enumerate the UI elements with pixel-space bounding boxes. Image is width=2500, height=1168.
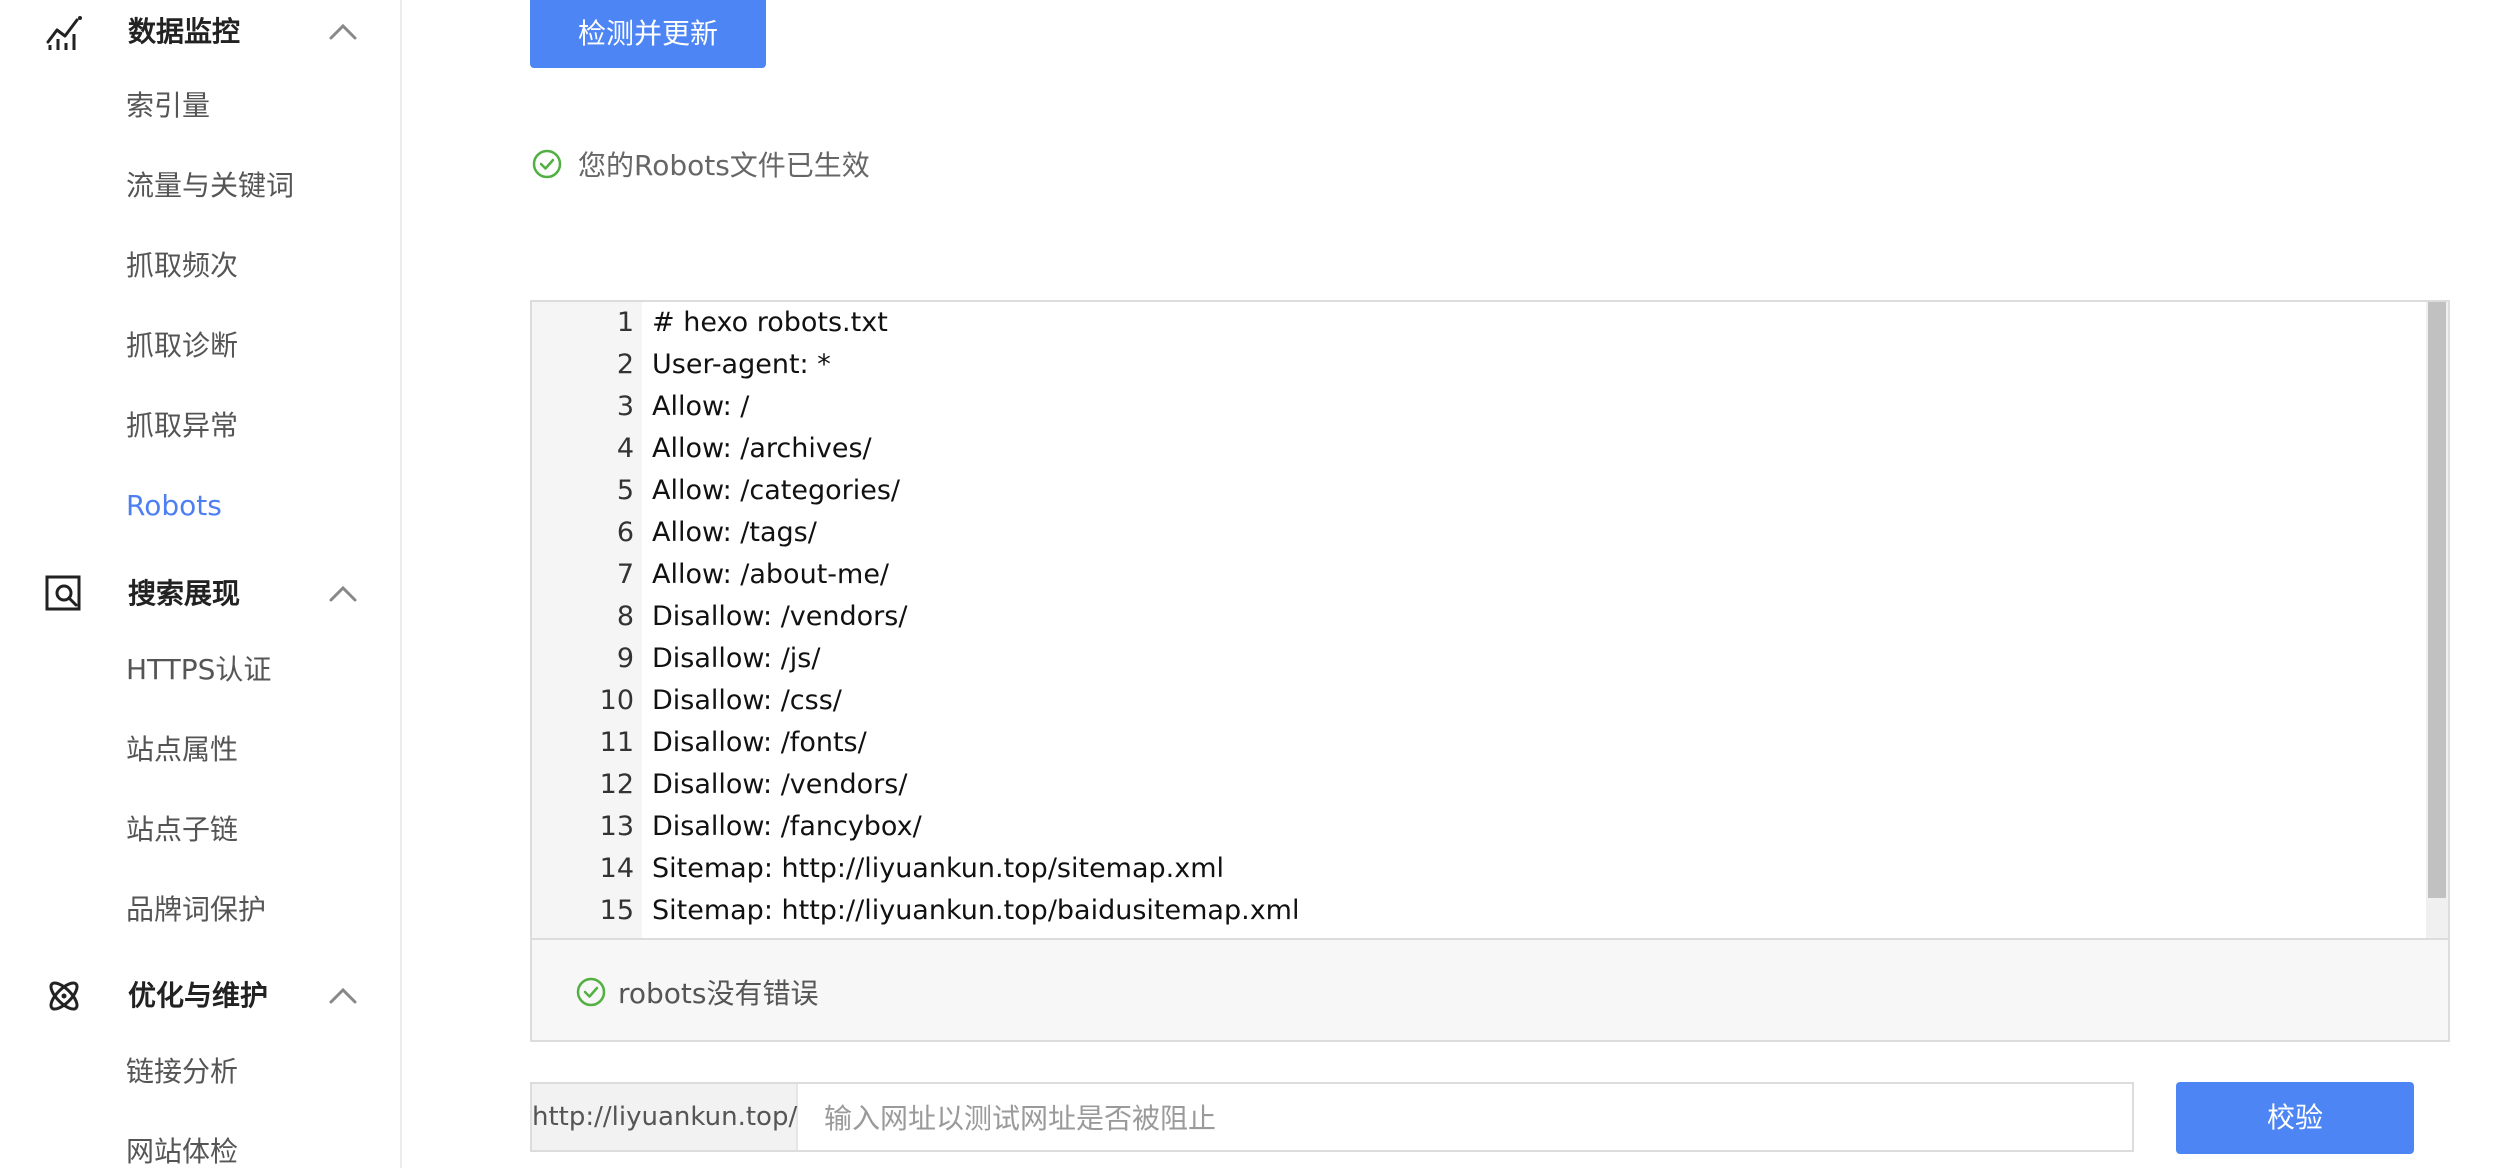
chevron-up-icon[interactable]	[328, 582, 358, 606]
sidebar-item-traffic-keywords[interactable]: 流量与关键词	[126, 168, 294, 204]
nav-group-title: 优化与维护	[128, 979, 269, 1012]
sidebar-item-link-analysis[interactable]: 链接分析	[126, 1054, 238, 1090]
robots-editor[interactable]: 1 # hexo robots.txt 2 User-agent: * 3 Allow: …	[530, 300, 2450, 940]
line-code: Disallow: /fancybox/	[652, 811, 922, 842]
editor-line[interactable]: 1 # hexo robots.txt	[532, 302, 2412, 344]
line-code: Allow: /categories/	[652, 475, 900, 506]
sidebar-item-site-checkup[interactable]: 网站体检	[126, 1134, 238, 1168]
nav-group-data-monitoring[interactable]: 数据监控	[0, 0, 400, 64]
editor-line[interactable]: 3 Allow: /	[532, 386, 2412, 428]
line-number: 14	[599, 853, 634, 884]
check-circle-icon	[576, 977, 606, 1007]
editor-line[interactable]: 12 Disallow: /vendors/	[532, 764, 2412, 806]
line-number: 6	[616, 517, 634, 548]
editor-line[interactable]: 14 Sitemap: http://liyuankun.top/sitemap.…	[532, 848, 2412, 890]
editor-line[interactable]: 2 User-agent: *	[532, 344, 2412, 386]
url-prefix: http://liyuankun.top/	[532, 1084, 798, 1150]
line-code: Sitemap: http://liyuankun.top/sitemap.xm…	[652, 853, 1225, 884]
line-number: 13	[599, 811, 634, 842]
editor-line[interactable]: 6 Allow: /tags/	[532, 512, 2412, 554]
sidebar-item-site-attributes[interactable]: 站点属性	[126, 732, 238, 768]
editor-line[interactable]: 11 Disallow: /fonts/	[532, 722, 2412, 764]
sidebar-item-index-volume[interactable]: 索引量	[126, 88, 210, 124]
nav-group-title: 数据监控	[128, 15, 241, 48]
line-code: Allow: /about-me/	[652, 559, 890, 590]
line-number: 11	[599, 727, 634, 758]
editor-scrollbar[interactable]	[2426, 302, 2448, 938]
line-number: 3	[616, 391, 634, 422]
sidebar-item-https[interactable]: HTTPS认证	[126, 652, 271, 688]
nav-group-search-display[interactable]: 搜索展现	[0, 562, 400, 626]
line-code: Disallow: /fonts/	[652, 727, 867, 758]
line-code: Disallow: /js/	[652, 643, 821, 674]
line-code: Sitemap: http://liyuankun.top/baidusitem…	[652, 895, 1300, 926]
sidebar-item-crawl-errors[interactable]: 抓取异常	[126, 408, 238, 444]
chart-line-icon	[46, 16, 82, 50]
line-code: Allow: /tags/	[652, 517, 817, 548]
line-number: 1	[616, 307, 634, 338]
editor-line[interactable]: 5 Allow: /categories/	[532, 470, 2412, 512]
line-number: 8	[616, 601, 634, 632]
sidebar-item-robots[interactable]: Robots	[126, 488, 222, 524]
line-code: # hexo robots.txt	[652, 307, 888, 338]
line-code: Disallow: /vendors/	[652, 601, 908, 632]
editor-line[interactable]: 15 Sitemap: http://liyuankun.top/baidusit…	[532, 890, 2412, 932]
check-circle-icon	[532, 149, 562, 179]
line-number: 15	[599, 895, 634, 926]
sidebar-item-crawl-diagnosis[interactable]: 抓取诊断	[126, 328, 238, 364]
editor-line[interactable]: 9 Disallow: /js/	[532, 638, 2412, 680]
sidebar-item-site-sublinks[interactable]: 站点子链	[126, 812, 238, 848]
line-number: 9	[616, 643, 634, 674]
result-text: robots没有错误	[618, 977, 819, 1010]
line-number: 2	[616, 349, 634, 380]
chevron-up-icon[interactable]	[328, 20, 358, 44]
line-code: Disallow: /css/	[652, 685, 842, 716]
line-number: 7	[616, 559, 634, 590]
editor-scrollbar-thumb[interactable]	[2428, 302, 2446, 898]
line-code: Disallow: /vendors/	[652, 769, 908, 800]
line-code: User-agent: *	[652, 349, 831, 380]
line-code: Allow: /archives/	[652, 433, 872, 464]
editor-line[interactable]: 8 Disallow: /vendors/	[532, 596, 2412, 638]
url-test-field: http://liyuankun.top/	[530, 1082, 2146, 1152]
verify-button[interactable]: 校验	[2176, 1082, 2414, 1154]
search-display-icon	[45, 575, 81, 611]
detect-update-button[interactable]: 检测并更新	[530, 0, 766, 68]
status-text: 您的Robots文件已生效	[578, 149, 870, 182]
sidebar-item-brand-protection[interactable]: 品牌词保护	[126, 892, 266, 928]
nav-group-optimization[interactable]: 优化与维护	[0, 964, 400, 1028]
line-number: 5	[616, 475, 634, 506]
sidebar: 数据监控 索引量 流量与关键词 抓取频次 抓取诊断 抓取异常 Robots 搜索…	[0, 0, 402, 1168]
chevron-up-icon[interactable]	[328, 984, 358, 1008]
line-number: 12	[599, 769, 634, 800]
line-code: Allow: /	[652, 391, 750, 422]
sidebar-item-crawl-frequency[interactable]: 抓取频次	[126, 248, 238, 284]
editor-line[interactable]: 7 Allow: /about-me/	[532, 554, 2412, 596]
atom-icon	[49, 981, 79, 1011]
nav-group-title: 搜索展现	[128, 577, 241, 610]
validation-result: robots没有错误	[530, 940, 2450, 1042]
editor-line[interactable]: 10 Disallow: /css/	[532, 680, 2412, 722]
line-number: 4	[616, 433, 634, 464]
editor-line[interactable]: 13 Disallow: /fancybox/	[532, 806, 2412, 848]
robots-active-status: 您的Robots文件已生效	[532, 144, 870, 184]
editor-line[interactable]: 4 Allow: /archives/	[532, 428, 2412, 470]
url-test-input[interactable]	[800, 1084, 2146, 1152]
line-number: 10	[599, 685, 634, 716]
